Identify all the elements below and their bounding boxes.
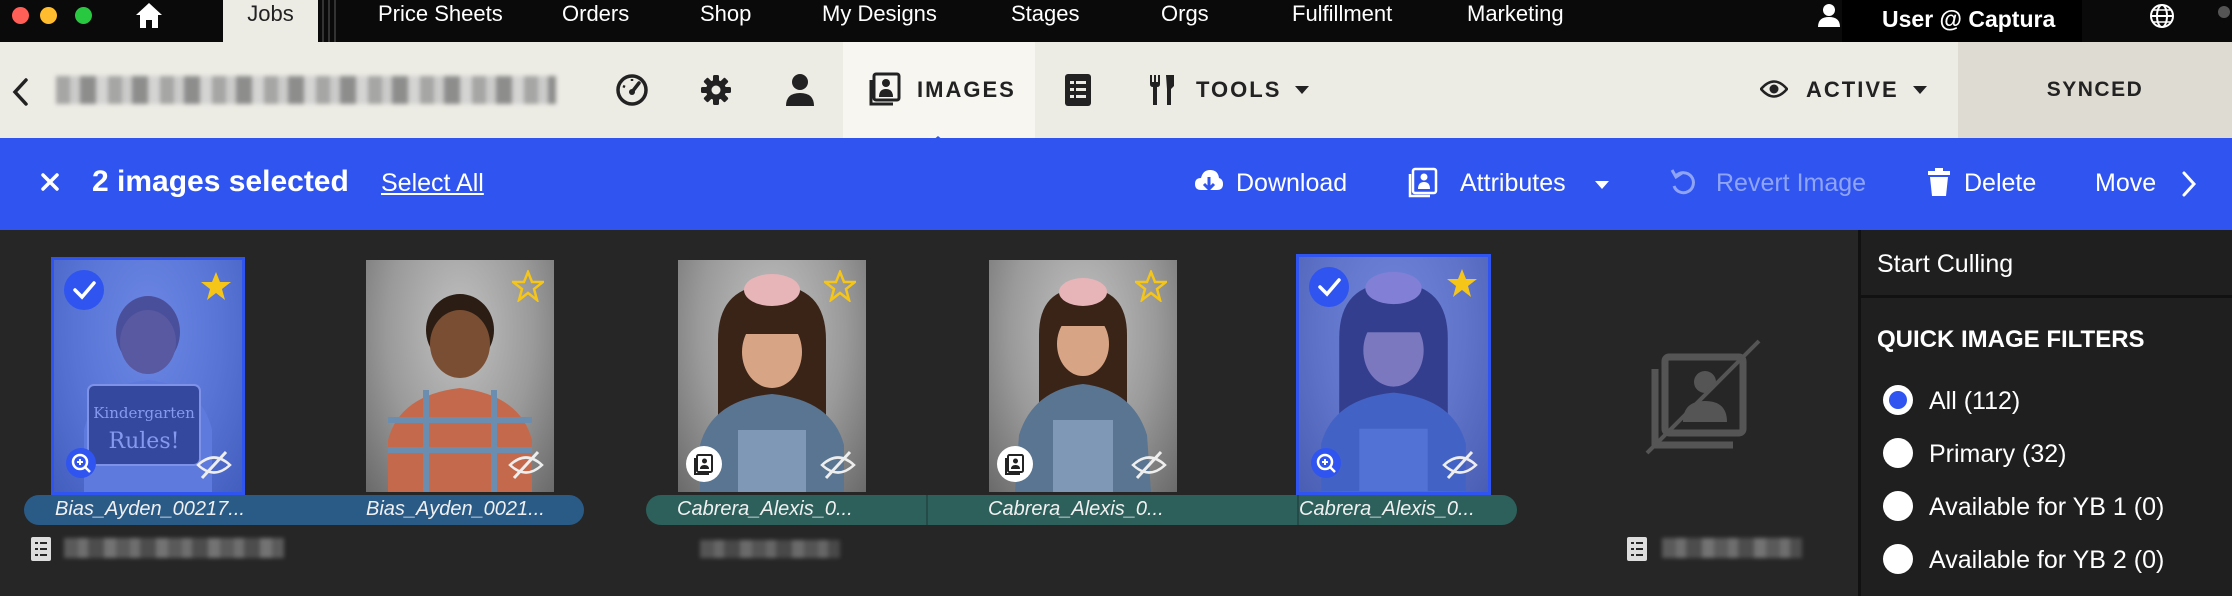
image-thumbnail[interactable]: Kindergarten Rules!	[51, 257, 245, 495]
filter-radio-yb1[interactable]	[1883, 491, 1913, 521]
cloud-download-icon[interactable]	[1194, 166, 1224, 198]
image-filename: Cabrera_Alexis_0...	[988, 498, 1164, 520]
person-icon[interactable]	[782, 72, 818, 108]
image-filename: Cabrera_Alexis_0...	[1299, 498, 1475, 520]
nav-shop[interactable]: Shop	[700, 1, 751, 27]
quick-filters-heading: QUICK IMAGE FILTERS	[1877, 326, 2145, 353]
user-icon[interactable]	[1816, 2, 1842, 28]
image-thumbnail[interactable]	[678, 260, 866, 492]
image-thumbnail[interactable]	[366, 260, 554, 492]
selection-action-bar: 2 images selected Select All Download At…	[0, 138, 2232, 230]
delete-button[interactable]: Delete	[1964, 169, 2036, 198]
trash-icon[interactable]	[1924, 166, 1954, 198]
nav-divider	[328, 0, 330, 42]
filter-label: Primary (32)	[1929, 440, 2067, 468]
nav-stages[interactable]: Stages	[1011, 1, 1080, 27]
filter-radio-primary[interactable]	[1883, 438, 1913, 468]
filter-panel: Start Culling QUICK IMAGE FILTERS All (1…	[1858, 230, 2232, 596]
job-toolbar: IMAGES TOOLS ACTIVE SYNCED	[0, 42, 2232, 138]
primary-image-icon[interactable]	[686, 446, 722, 482]
image-filename: Cabrera_Alexis_0...	[677, 498, 853, 520]
revert-image-button: Revert Image	[1716, 169, 1867, 197]
zoom-icon[interactable]	[1311, 448, 1341, 478]
globe-icon[interactable]	[2148, 2, 2176, 30]
back-chevron-icon[interactable]	[8, 74, 32, 110]
price-sheet-icon[interactable]	[1624, 536, 1650, 562]
image-thumbnail[interactable]	[989, 260, 1177, 492]
star-outline-icon[interactable]	[1135, 270, 1167, 302]
close-icon[interactable]	[36, 168, 64, 196]
nav-orgs[interactable]: Orgs	[1161, 1, 1209, 27]
subject-name-redacted	[700, 540, 840, 558]
eye-slash-icon[interactable]	[820, 450, 856, 480]
filter-label: Available for YB 2 (0)	[1929, 546, 2165, 574]
no-image-placeholder-icon	[1645, 339, 1761, 455]
download-button[interactable]: Download	[1236, 169, 1347, 198]
nav-fulfillment[interactable]: Fulfillment	[1292, 1, 1392, 27]
eye-slash-icon[interactable]	[1131, 450, 1167, 480]
job-name-redacted	[56, 76, 556, 104]
nav-price-sheets[interactable]: Price Sheets	[378, 1, 503, 27]
filter-label: All (112)	[1929, 387, 2021, 415]
sync-status: SYNCED	[1958, 42, 2232, 138]
settings-gear-icon[interactable]	[698, 72, 734, 108]
image-filename: Bias_Ayden_00217...	[55, 498, 245, 520]
nav-divider	[334, 0, 336, 42]
group-divider	[926, 495, 928, 525]
filter-radio-yb2[interactable]	[1883, 544, 1913, 574]
star-outline-icon[interactable]	[512, 270, 544, 302]
tools-icon[interactable]	[1144, 72, 1180, 108]
home-icon[interactable]	[134, 1, 164, 29]
window-minimize-button[interactable]	[40, 7, 57, 24]
star-filled-icon[interactable]	[200, 270, 232, 302]
zoom-icon[interactable]	[66, 448, 96, 478]
subject-name-redacted	[64, 538, 284, 558]
selection-count: 2 images selected	[92, 165, 349, 198]
eye-icon	[1760, 80, 1788, 98]
user-account-menu[interactable]: User @ Captura	[1842, 0, 2082, 42]
star-filled-icon[interactable]	[1446, 267, 1478, 299]
nav-divider	[322, 0, 324, 42]
image-filename: Bias_Ayden_0021...	[366, 498, 545, 520]
nav-my-designs[interactable]: My Designs	[822, 1, 937, 27]
attributes-button[interactable]: Attributes	[1460, 169, 1566, 198]
images-tab-label: IMAGES	[917, 77, 1016, 102]
nav-orders[interactable]: Orders	[562, 1, 629, 27]
price-sheet-icon[interactable]	[1060, 72, 1096, 108]
select-all-link[interactable]: Select All	[381, 169, 484, 198]
star-outline-icon[interactable]	[824, 270, 856, 302]
chevron-right-icon[interactable]	[2180, 170, 2198, 198]
eye-slash-icon[interactable]	[1442, 450, 1478, 480]
filter-label: Available for YB 1 (0)	[1929, 493, 2165, 521]
status-filter-label[interactable]: ACTIVE	[1806, 77, 1899, 103]
tab-images[interactable]: IMAGES	[843, 42, 1035, 138]
tools-menu-label[interactable]: TOOLS	[1196, 77, 1281, 103]
move-button[interactable]: Move	[2095, 169, 2156, 198]
primary-image-icon[interactable]	[997, 446, 1033, 482]
price-sheet-icon[interactable]	[28, 536, 54, 562]
chevron-down-icon[interactable]	[1912, 84, 1928, 96]
attributes-icon[interactable]	[1408, 166, 1438, 198]
top-nav-bar: Jobs Price Sheets Orders Shop My Designs…	[0, 0, 2232, 42]
window-close-button[interactable]	[12, 7, 29, 24]
tab-jobs[interactable]: Jobs	[223, 0, 318, 42]
image-thumbnail[interactable]	[1296, 254, 1491, 495]
nav-marketing[interactable]: Marketing	[1467, 1, 1564, 27]
filter-radio-all[interactable]	[1883, 385, 1913, 415]
window-maximize-button[interactable]	[75, 7, 92, 24]
dashboard-gauge-icon[interactable]	[614, 72, 650, 108]
start-culling-button[interactable]: Start Culling	[1861, 230, 2232, 298]
chevron-down-icon[interactable]	[1294, 84, 1310, 96]
eye-slash-icon[interactable]	[508, 450, 544, 480]
selected-checkmark[interactable]	[64, 270, 104, 310]
subject-name-redacted	[1662, 538, 1802, 558]
images-icon	[869, 72, 901, 106]
chevron-down-icon[interactable]	[1594, 179, 1610, 191]
revert-icon	[1670, 169, 1695, 195]
selected-checkmark[interactable]	[1309, 267, 1349, 307]
eye-slash-icon[interactable]	[196, 450, 232, 480]
status-dot	[2218, 6, 2230, 18]
